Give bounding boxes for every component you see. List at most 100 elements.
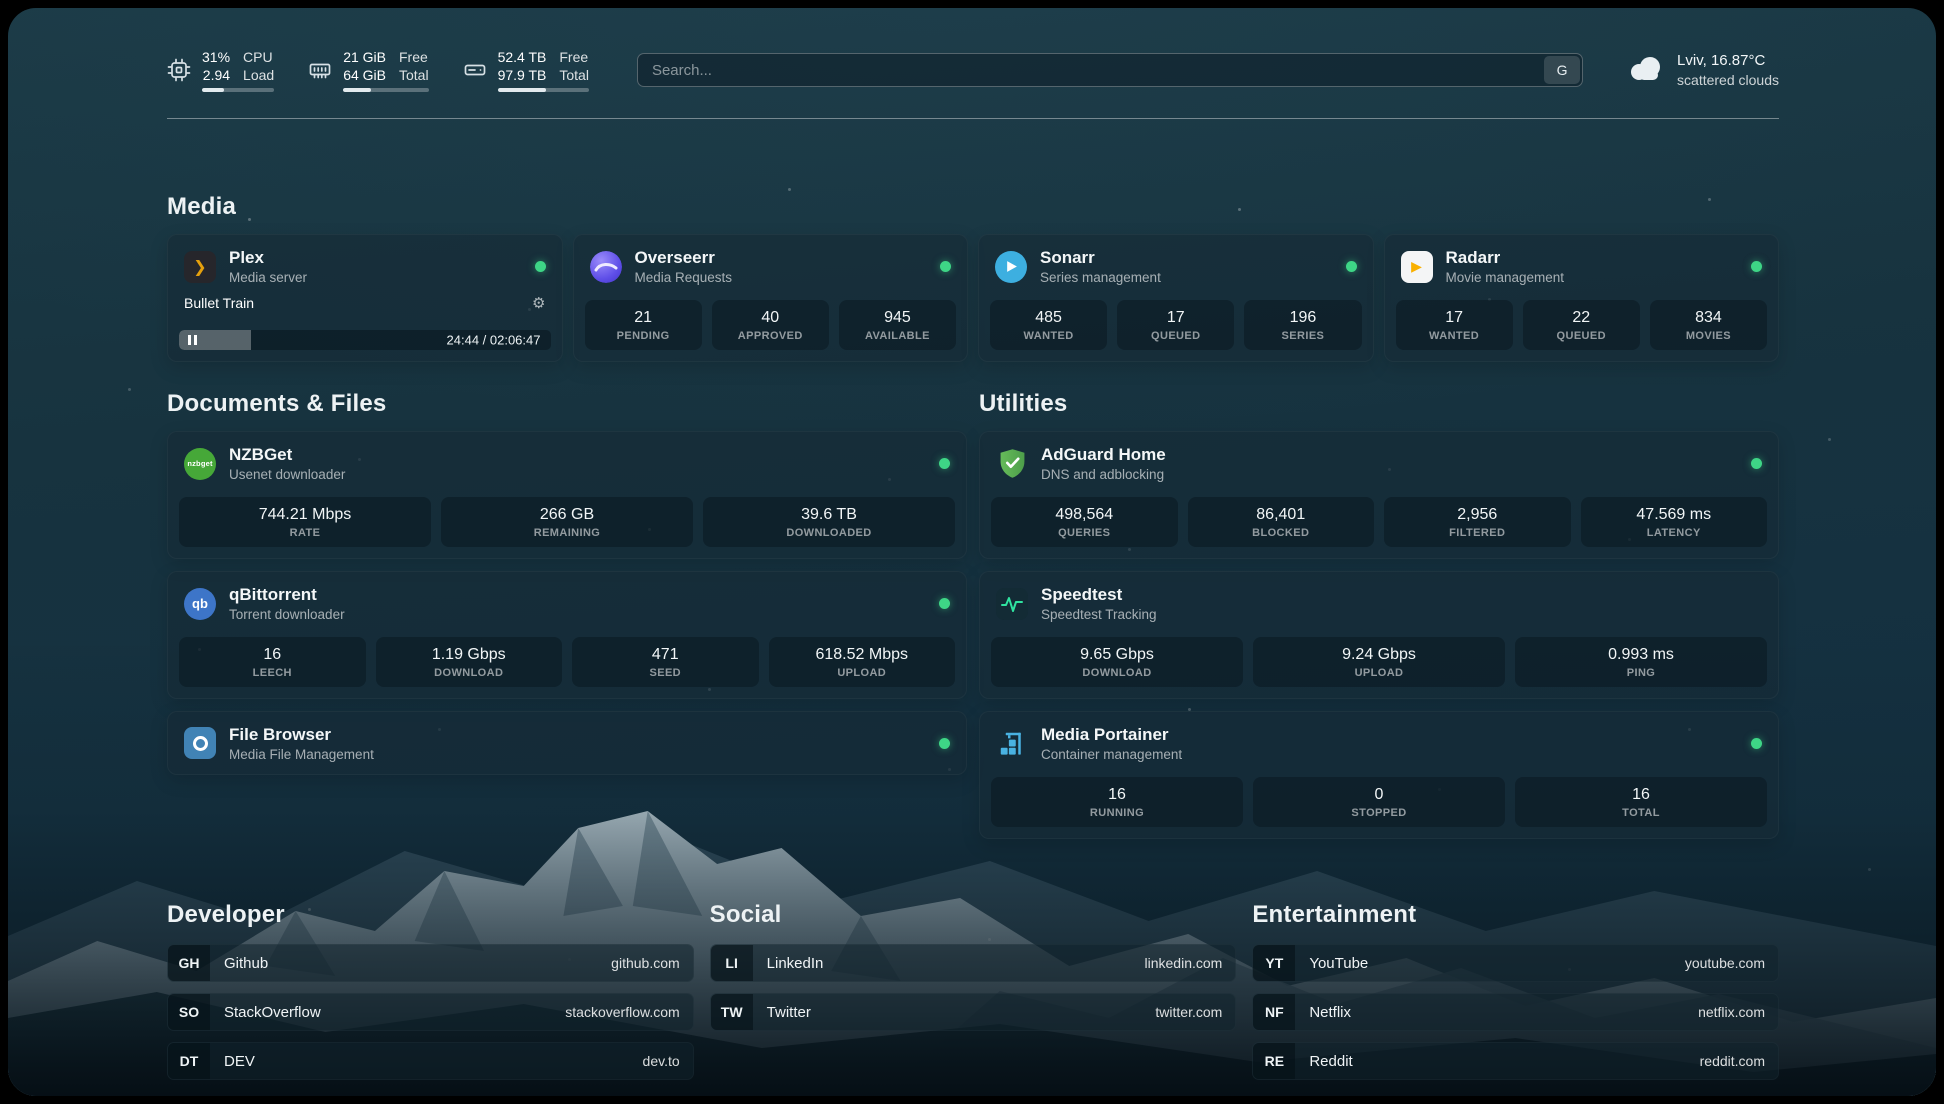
search-bar: G <box>637 53 1583 87</box>
stackoverflow-icon: SO <box>168 994 210 1030</box>
disk-monitor: 52.4 TB 97.9 TB Free Total <box>463 48 589 92</box>
disk-progress-bar <box>498 88 589 92</box>
speedtest-card[interactable]: Speedtest Speedtest Tracking 9.65 Gbps D… <box>979 571 1779 699</box>
speedtest-waveform-icon <box>996 588 1028 620</box>
adguard-title: AdGuard Home <box>1041 445 1166 465</box>
filebrowser-card[interactable]: File Browser Media File Management <box>167 711 967 775</box>
playback-time: 24:44 / 02:06:47 <box>447 333 541 348</box>
reddit-icon: RE <box>1253 1043 1295 1079</box>
overseerr-icon <box>590 251 622 283</box>
qbittorrent-card[interactable]: qb qBittorrent Torrent downloader 16 LEE… <box>167 571 967 699</box>
nzbget-card[interactable]: nzbget NZBGet Usenet downloader 744.21 M… <box>167 431 967 559</box>
nzbget-stat-rate: 744.21 Mbps RATE <box>179 497 431 547</box>
filebrowser-title: File Browser <box>229 725 374 745</box>
bookmark-youtube[interactable]: YT YouTube youtube.com <box>1252 944 1779 982</box>
bookmark-github[interactable]: GH Github github.com <box>167 944 694 982</box>
cpu-load-value: 2.94 <box>202 66 230 84</box>
twitter-icon: TW <box>711 994 753 1030</box>
overseerr-title: Overseerr <box>635 248 733 268</box>
status-online-dot <box>535 261 546 272</box>
overseerr-card[interactable]: Overseerr Media Requests 21 PENDING 40 A… <box>573 234 969 362</box>
sonarr-card[interactable]: Sonarr Series management 485 WANTED 17 Q… <box>978 234 1374 362</box>
qbittorrent-icon: qb <box>184 588 216 620</box>
weather-widget: Lviv, 16.87°C scattered clouds <box>1627 51 1779 90</box>
top-bar: 31% 2.94 CPU Load <box>167 48 1779 92</box>
adguard-subtitle: DNS and adblocking <box>1041 467 1166 482</box>
developer-bookmarks: Developer GH Github github.com SO StackO… <box>167 901 694 1080</box>
qbittorrent-stat-seed: 471 SEED <box>572 637 759 687</box>
qbittorrent-stat-leech: 16 LEECH <box>179 637 366 687</box>
radarr-subtitle: Movie management <box>1446 270 1565 285</box>
playback-progress-bar[interactable]: 24:44 / 02:06:47 <box>179 330 551 350</box>
plex-subtitle: Media server <box>229 270 307 285</box>
plex-icon: ❯ <box>184 251 216 283</box>
sonarr-stat-queued: 17 QUEUED <box>1117 300 1234 350</box>
bookmark-reddit[interactable]: RE Reddit reddit.com <box>1252 1042 1779 1080</box>
status-online-dot <box>939 598 950 609</box>
radarr-stat-queued: 22 QUEUED <box>1523 300 1640 350</box>
adguard-card[interactable]: AdGuard Home DNS and adblocking 498,564 … <box>979 431 1779 559</box>
pause-icon[interactable] <box>188 335 197 345</box>
radarr-title: Radarr <box>1446 248 1565 268</box>
documents-column: Documents & Files nzbget NZBGet Usenet d… <box>167 362 967 775</box>
radarr-card[interactable]: ▶ Radarr Movie management 17 WANTED 22 Q… <box>1384 234 1780 362</box>
settings-gear-icon[interactable]: ⚙ <box>532 294 545 312</box>
adguard-stat-blocked: 86,401 BLOCKED <box>1188 497 1375 547</box>
entertainment-section-title: Entertainment <box>1252 901 1779 929</box>
sonarr-stat-series: 196 SERIES <box>1244 300 1361 350</box>
status-online-dot <box>1751 458 1762 469</box>
weather-location: Lviv, 16.87°C <box>1677 51 1779 71</box>
utilities-section-title: Utilities <box>979 390 1779 418</box>
memory-monitor: 21 GiB 64 GiB Free Total <box>308 48 428 92</box>
search-engine-button[interactable]: G <box>1544 56 1580 84</box>
bookmark-netflix[interactable]: NF Netflix netflix.com <box>1252 993 1779 1031</box>
social-section-title: Social <box>710 901 1237 929</box>
qbittorrent-stat-download: 1.19 Gbps DOWNLOAD <box>376 637 563 687</box>
plex-title: Plex <box>229 248 307 268</box>
bookmarks-area: Developer GH Github github.com SO StackO… <box>167 901 1779 1096</box>
search-input[interactable] <box>637 53 1583 87</box>
bookmark-linkedin[interactable]: LI LinkedIn linkedin.com <box>710 944 1237 982</box>
memory-total-label: Total <box>399 66 429 84</box>
disk-icon <box>463 58 487 82</box>
radarr-stat-movies: 834 MOVIES <box>1650 300 1767 350</box>
bookmark-dev[interactable]: DT DEV dev.to <box>167 1042 694 1080</box>
disk-free-label: Free <box>559 48 589 66</box>
cpu-progress-bar <box>202 88 274 92</box>
media-grid: ❯ Plex Media server Bullet Train ⚙ 24: <box>167 234 1779 362</box>
overseerr-stat-pending: 21 PENDING <box>585 300 702 350</box>
overseerr-stat-approved: 40 APPROVED <box>712 300 829 350</box>
status-online-dot <box>1346 261 1357 272</box>
radarr-icon: ▶ <box>1401 251 1433 283</box>
nzbget-stat-downloaded: 39.6 TB DOWNLOADED <box>703 497 955 547</box>
sonarr-icon <box>995 251 1027 283</box>
speedtest-subtitle: Speedtest Tracking <box>1041 607 1157 622</box>
media-section-title: Media <box>167 193 1779 221</box>
status-online-dot <box>1751 738 1762 749</box>
status-online-dot <box>939 458 950 469</box>
memory-icon <box>308 58 332 82</box>
speedtest-stat-download: 9.65 Gbps DOWNLOAD <box>991 637 1243 687</box>
adguard-stat-queries: 498,564 QUERIES <box>991 497 1178 547</box>
cpu-load-label: Load <box>243 66 274 84</box>
youtube-icon: YT <box>1253 945 1295 981</box>
portainer-stat-stopped: 0 STOPPED <box>1253 777 1505 827</box>
portainer-card[interactable]: Media Portainer Container management 16 … <box>979 711 1779 839</box>
memory-free-value: 21 GiB <box>343 48 386 66</box>
adguard-stat-latency: 47.569 ms LATENCY <box>1581 497 1768 547</box>
now-playing-title: Bullet Train <box>184 295 254 311</box>
disk-total-value: 97.9 TB <box>498 66 547 84</box>
portainer-title: Media Portainer <box>1041 725 1182 745</box>
social-bookmarks: Social LI LinkedIn linkedin.com TW Twitt… <box>710 901 1237 1080</box>
memory-total-value: 64 GiB <box>343 66 386 84</box>
cpu-monitor: 31% 2.94 CPU Load <box>167 48 274 92</box>
system-monitors: 31% 2.94 CPU Load <box>167 48 589 92</box>
nzbget-subtitle: Usenet downloader <box>229 467 345 482</box>
portainer-stat-running: 16 RUNNING <box>991 777 1243 827</box>
bookmark-stackoverflow[interactable]: SO StackOverflow stackoverflow.com <box>167 993 694 1031</box>
bookmark-twitter[interactable]: TW Twitter twitter.com <box>710 993 1237 1031</box>
dev-icon: DT <box>168 1043 210 1079</box>
adguard-stat-filtered: 2,956 FILTERED <box>1384 497 1571 547</box>
plex-card[interactable]: ❯ Plex Media server Bullet Train ⚙ 24: <box>167 234 563 362</box>
memory-progress-bar <box>343 88 428 92</box>
